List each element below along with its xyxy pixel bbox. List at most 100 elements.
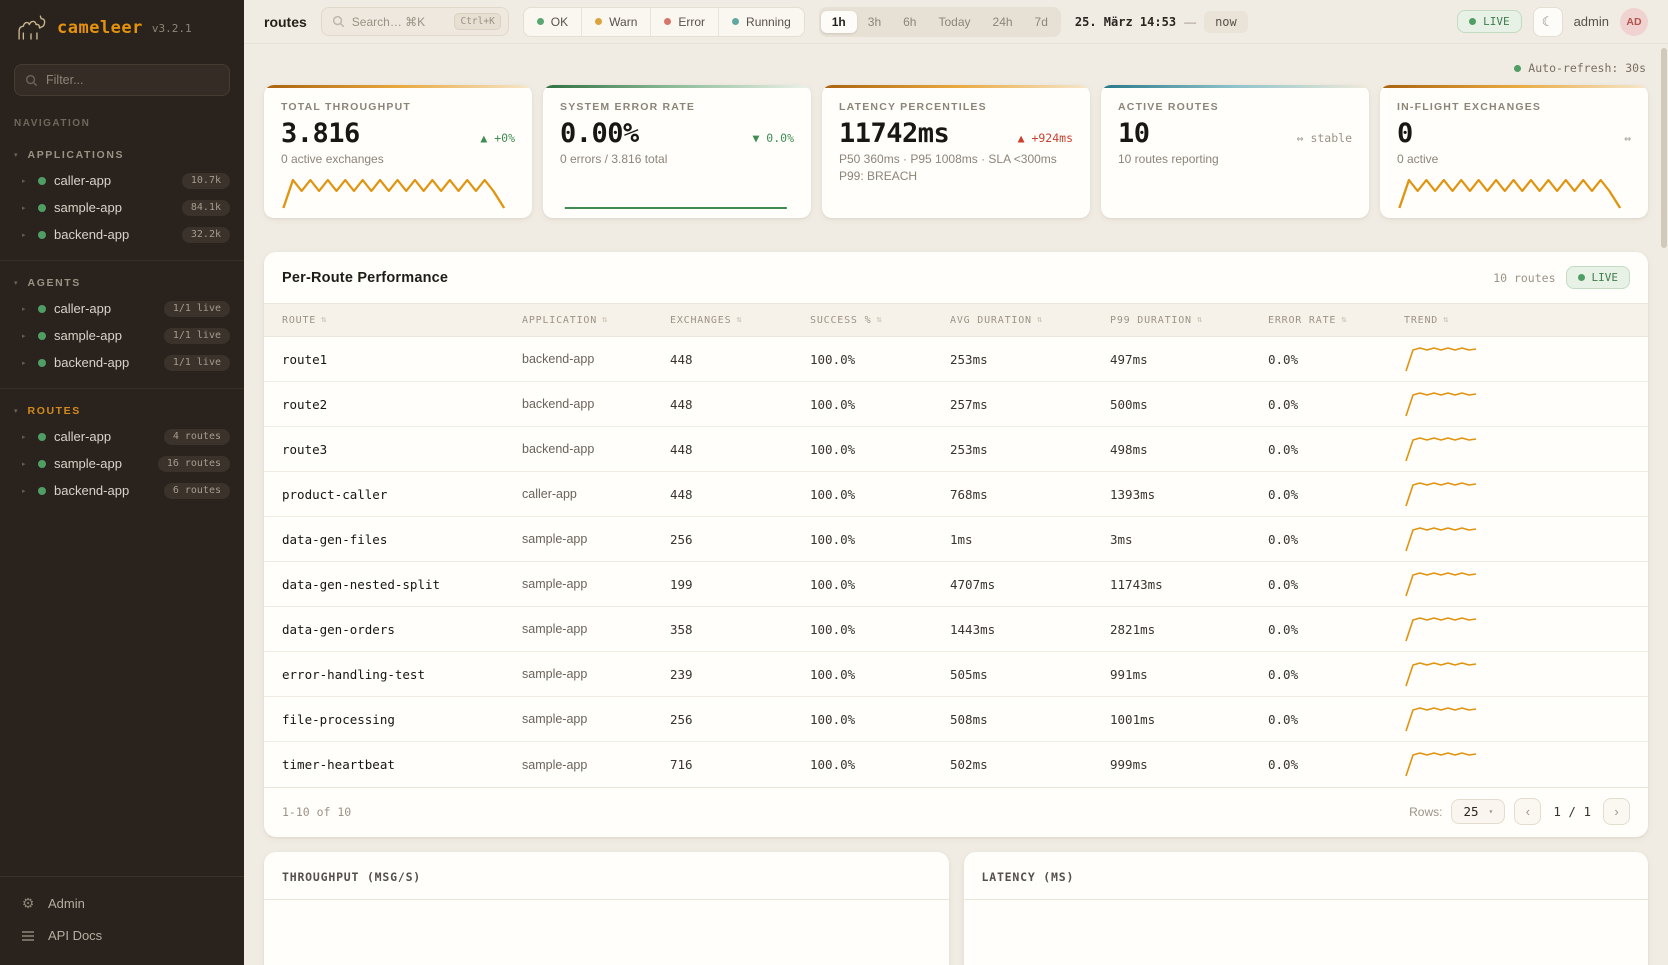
- panel-header: LATENCY (MS): [964, 852, 1649, 900]
- sidebar-filter-input[interactable]: [46, 73, 219, 87]
- sidebar-item-applications-caller-app[interactable]: ▸caller-app10.7k: [0, 167, 244, 194]
- table-row-data-gen-nested-split[interactable]: data-gen-nested-splitsample-app199100.0%…: [264, 562, 1648, 607]
- live-dot: [1578, 274, 1585, 281]
- kpi-title: LATENCY PERCENTILES: [839, 101, 1073, 113]
- cell-p99-duration: 1001ms: [1110, 712, 1268, 727]
- column-header-route[interactable]: ROUTE⇅: [282, 315, 522, 326]
- kpi-card-active-routes: ACTIVE ROUTES10⇔ stable10 routes reporti…: [1101, 85, 1369, 218]
- table-row-route2[interactable]: route2backend-app448100.0%257ms500ms0.0%: [264, 382, 1648, 427]
- sidebar-item-agents-sample-app[interactable]: ▸sample-app1/1 live: [0, 322, 244, 349]
- trend-sparkline: [1404, 703, 1630, 736]
- column-header-trend[interactable]: TREND⇅: [1404, 315, 1630, 326]
- cell-route: route1: [282, 352, 522, 367]
- kpi-card-latency-percentiles: LATENCY PERCENTILES11742ms▲ +924msP50 36…: [822, 85, 1090, 218]
- sidebar-item-api-docs[interactable]: API Docs: [0, 920, 244, 951]
- cell-error-rate: 0.0%: [1268, 352, 1404, 367]
- cell-success: 100.0%: [810, 622, 950, 637]
- column-header-error-rate[interactable]: ERROR RATE⇅: [1268, 315, 1404, 326]
- cell-application: sample-app: [522, 577, 670, 591]
- date-range: 25. März 14:53 — now: [1075, 11, 1248, 33]
- user-name: admin: [1574, 14, 1609, 29]
- table-row-file-processing[interactable]: file-processingsample-app256100.0%508ms1…: [264, 697, 1648, 742]
- kpi-accent-bar: [1101, 85, 1369, 88]
- filter-chip-label: OK: [551, 15, 568, 29]
- cell-route: data-gen-files: [282, 532, 522, 547]
- sidebar-item-applications-backend-app[interactable]: ▸backend-app32.2k: [0, 221, 244, 248]
- status-dot: [38, 204, 46, 212]
- page-title: routes: [264, 14, 307, 30]
- sidebar-group-header-routes[interactable]: ▾ROUTES: [0, 399, 244, 423]
- filter-chip-running[interactable]: Running: [719, 8, 804, 36]
- sidebar-group-header-agents[interactable]: ▾AGENTS: [0, 271, 244, 295]
- chevron-right-icon: ▸: [22, 177, 30, 185]
- filter-chip-ok[interactable]: OK: [524, 8, 582, 36]
- cell-application: backend-app: [522, 442, 670, 456]
- range-24h[interactable]: 24h: [982, 11, 1024, 33]
- sidebar-group-label: ROUTES: [28, 405, 81, 417]
- filter-chip-error[interactable]: Error: [651, 8, 719, 36]
- column-header-success[interactable]: SUCCESS %⇅: [810, 315, 950, 326]
- sidebar-group-header-applications[interactable]: ▾APPLICATIONS: [0, 143, 244, 167]
- chevron-right-icon: ▸: [22, 305, 30, 313]
- column-header-application[interactable]: APPLICATION⇅: [522, 315, 670, 326]
- chevron-right-icon: ▸: [22, 231, 30, 239]
- cell-success: 100.0%: [810, 352, 950, 367]
- item-count-badge: 1/1 live: [164, 328, 230, 344]
- status-dot: [38, 332, 46, 340]
- cell-avg-duration: 4707ms: [950, 577, 1110, 592]
- latency-panel: LATENCY (MS): [964, 852, 1649, 965]
- sidebar-item-routes-backend-app[interactable]: ▸backend-app6 routes: [0, 477, 244, 504]
- sidebar-item-admin[interactable]: ⚙ Admin: [0, 887, 244, 920]
- cell-p99-duration: 500ms: [1110, 397, 1268, 412]
- status-dot: [595, 18, 602, 25]
- filter-chip-warn[interactable]: Warn: [582, 8, 651, 36]
- column-header-exchanges[interactable]: EXCHANGES⇅: [670, 315, 810, 326]
- gear-icon: ⚙: [20, 895, 36, 912]
- table-row-product-caller[interactable]: product-callercaller-app448100.0%768ms13…: [264, 472, 1648, 517]
- range-7d[interactable]: 7d: [1024, 11, 1059, 33]
- previous-page-button[interactable]: ‹: [1514, 798, 1541, 825]
- theme-toggle-button[interactable]: ☾: [1533, 7, 1563, 37]
- next-page-button[interactable]: ›: [1603, 798, 1630, 825]
- avatar[interactable]: AD: [1620, 8, 1648, 36]
- item-count-badge: 16 routes: [158, 456, 230, 472]
- range-3h[interactable]: 3h: [857, 11, 892, 33]
- scrollbar-thumb[interactable]: [1661, 48, 1667, 248]
- range-1h[interactable]: 1h: [821, 11, 857, 33]
- sidebar-item-routes-sample-app[interactable]: ▸sample-app16 routes: [0, 450, 244, 477]
- rows-per-page-label: Rows:: [1409, 805, 1442, 819]
- table-row-route1[interactable]: route1backend-app448100.0%253ms497ms0.0%: [264, 337, 1648, 382]
- range-6h[interactable]: 6h: [892, 11, 927, 33]
- kpi-subtext: 0 active: [1397, 152, 1631, 166]
- range-today[interactable]: Today: [927, 11, 981, 33]
- sidebar-item-agents-backend-app[interactable]: ▸backend-app1/1 live: [0, 349, 244, 376]
- filter-chip-label: Error: [678, 15, 705, 29]
- cell-avg-duration: 505ms: [950, 667, 1110, 682]
- cell-avg-duration: 508ms: [950, 712, 1110, 727]
- sidebar-item-label: sample-app: [54, 200, 174, 215]
- table-row-data-gen-files[interactable]: data-gen-filessample-app256100.0%1ms3ms0…: [264, 517, 1648, 562]
- bottom-charts-row: THROUGHPUT (MSG/S) LATENCY (MS): [264, 852, 1648, 965]
- sidebar-item-agents-caller-app[interactable]: ▸caller-app1/1 live: [0, 295, 244, 322]
- trend-sparkline: [1404, 748, 1630, 781]
- sidebar-item-routes-caller-app[interactable]: ▸caller-app4 routes: [0, 423, 244, 450]
- sidebar-item-applications-sample-app[interactable]: ▸sample-app84.1k: [0, 194, 244, 221]
- table-row-data-gen-orders[interactable]: data-gen-orderssample-app358100.0%1443ms…: [264, 607, 1648, 652]
- kpi-subtext: 0 errors / 3.816 total: [560, 152, 794, 166]
- column-header-avg-duration[interactable]: AVG DURATION⇅: [950, 315, 1110, 326]
- sort-icon: ⇅: [1037, 315, 1043, 325]
- global-search: Ctrl+K: [321, 7, 509, 36]
- cell-success: 100.0%: [810, 577, 950, 592]
- cell-exchanges: 358: [670, 622, 810, 637]
- date-to-chip[interactable]: now: [1204, 11, 1248, 33]
- list-icon: [20, 930, 36, 942]
- rows-per-page-select[interactable]: 25 ▾: [1451, 799, 1505, 824]
- search-input[interactable]: [352, 15, 448, 29]
- cell-error-rate: 0.0%: [1268, 622, 1404, 637]
- column-header-label: EXCHANGES: [670, 315, 731, 326]
- table-row-timer-heartbeat[interactable]: timer-heartbeatsample-app716100.0%502ms9…: [264, 742, 1648, 787]
- table-row-error-handling-test[interactable]: error-handling-testsample-app239100.0%50…: [264, 652, 1648, 697]
- table-row-route3[interactable]: route3backend-app448100.0%253ms498ms0.0%: [264, 427, 1648, 472]
- cell-route: data-gen-nested-split: [282, 577, 522, 592]
- column-header-p99-duration[interactable]: P99 DURATION⇅: [1110, 315, 1268, 326]
